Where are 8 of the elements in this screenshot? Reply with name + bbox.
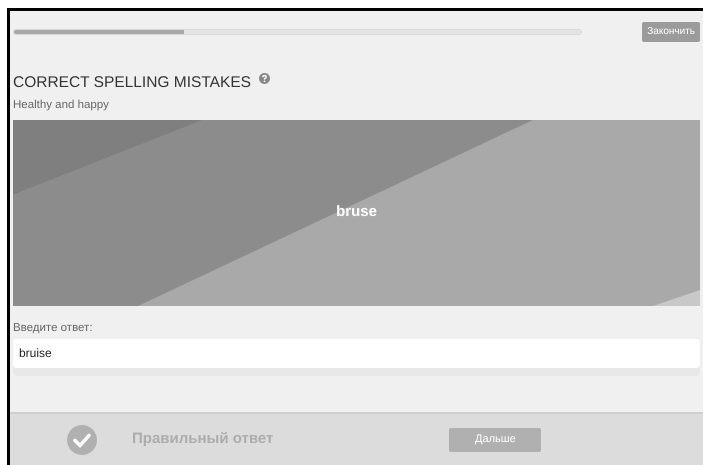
answer-field[interactable]: bruise [13,338,700,368]
word-text: bruse [336,202,377,222]
help-icon[interactable] [259,73,270,84]
next-button[interactable]: Дальше [449,428,542,452]
finish-button[interactable]: Закончить [642,22,700,42]
answer-label: Введите ответ: [12,320,94,336]
exercise-subtitle: Healthy and happy [12,98,110,114]
exercise-title: CORRECT SPELLING MISTAKES [13,73,252,93]
